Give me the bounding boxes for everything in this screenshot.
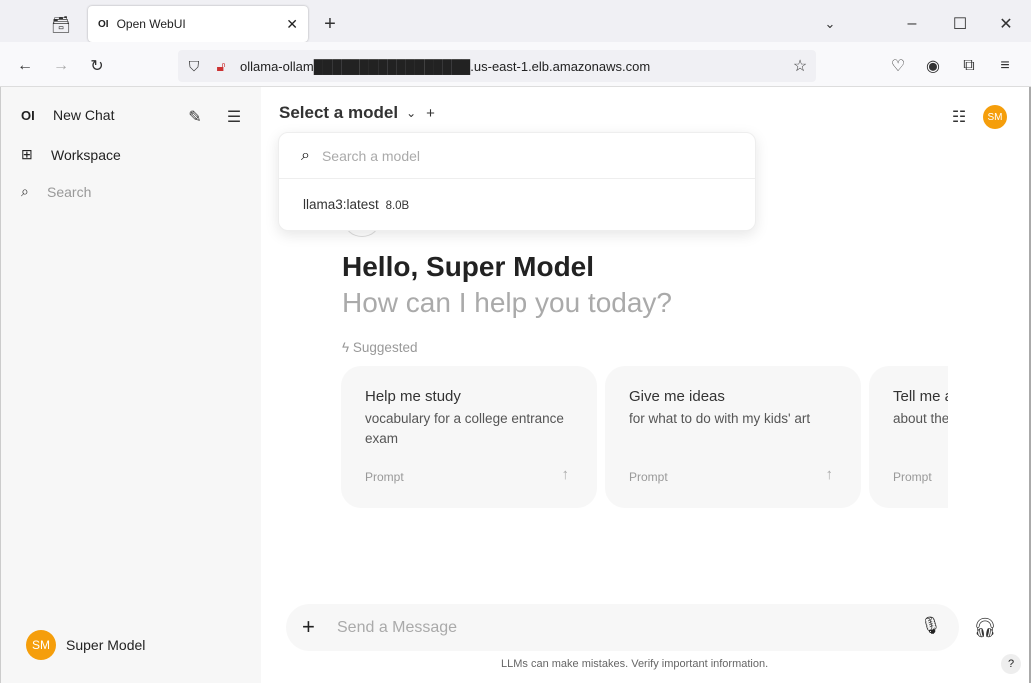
logo: OI [21, 107, 35, 123]
suggestion-card[interactable]: Help me study vocabulary for a college e… [341, 366, 597, 508]
header-avatar[interactable]: SM [983, 105, 1007, 129]
user-name: Super Model [66, 637, 146, 653]
shield-icon[interactable]: ⛉ [182, 54, 206, 78]
insecure-lock-icon[interactable]: 🔓︎ [209, 54, 233, 78]
avatar: SM [26, 630, 56, 660]
new-tab-icon[interactable]: + [318, 12, 342, 36]
close-tab-icon[interactable]: ✕ [286, 16, 298, 33]
user-menu[interactable]: SM Super Model [26, 630, 145, 660]
new-chat-label: New Chat [53, 107, 115, 123]
suggestion-title: Help me study [365, 388, 461, 405]
search-icon: ⌕ [301, 146, 310, 164]
controls-sliders-icon[interactable]: ☷ [947, 105, 971, 129]
workspace-label: Workspace [51, 146, 121, 163]
suggestion-tag: Prompt [365, 470, 404, 484]
extensions-icon[interactable]: ⧉ [957, 54, 981, 78]
search-placeholder: Search [47, 183, 92, 200]
maximize-icon[interactable]: ☐ [948, 12, 972, 36]
suggestion-tag: Prompt [629, 470, 668, 484]
suggestion-subtitle: for what to do with my kids' art [629, 411, 811, 426]
forward-icon[interactable]: → [49, 54, 73, 78]
sidebar-search[interactable]: ⌕ Search [21, 183, 91, 200]
reload-icon[interactable]: ↻ [85, 54, 109, 78]
attach-plus-icon[interactable]: + [302, 614, 315, 640]
arrow-up-icon: ↑ [825, 466, 834, 483]
menu-icon[interactable]: ≡ [993, 54, 1017, 78]
compose-icon[interactable]: ✎ [183, 105, 207, 129]
message-placeholder: Send a Message [337, 619, 458, 636]
favicon: OI [98, 18, 109, 30]
new-chat-button[interactable]: OI New Chat [21, 107, 114, 123]
workspace-icon: ⊞ [21, 146, 33, 162]
message-composer[interactable]: + Send a Message 🎙︎ [286, 604, 959, 651]
suggestion-card[interactable]: Tell me a about the Prompt [869, 366, 948, 508]
sidebar-toggle-icon[interactable]: ☰ [222, 105, 246, 129]
tab-overview-icon[interactable]: 🗃 [49, 13, 73, 37]
tab-title: Open WebUI [116, 17, 186, 31]
suggestions: Help me study vocabulary for a college e… [341, 0, 948, 683]
close-window-icon[interactable]: ✕ [994, 12, 1018, 36]
suggestion-card[interactable]: Give me ideas for what to do with my kid… [605, 366, 861, 508]
suggestion-title: Tell me a [893, 388, 948, 405]
disclaimer: LLMs can make mistakes. Verify important… [501, 658, 769, 670]
suggestion-subtitle: vocabulary for a college entrance exam [365, 411, 564, 446]
help-button[interactable]: ? [1001, 654, 1021, 674]
suggestion-title: Give me ideas [629, 388, 725, 405]
microphone-icon[interactable]: 🎙︎ [920, 616, 942, 636]
sidebar: OI New Chat ✎ ☰ ⊞ Workspace ⌕ Search SM … [0, 87, 261, 683]
browser-tab[interactable]: OI Open WebUI ✕ [88, 6, 308, 42]
suggestion-tag: Prompt [893, 470, 932, 484]
arrow-up-icon: ↑ [561, 466, 570, 483]
headphones-icon[interactable]: 🎧︎ [973, 616, 997, 640]
search-icon: ⌕ [21, 183, 29, 199]
sidebar-item-workspace[interactable]: ⊞ Workspace [21, 146, 121, 163]
suggestion-subtitle: about the [893, 411, 948, 426]
back-icon[interactable]: ← [13, 54, 37, 78]
